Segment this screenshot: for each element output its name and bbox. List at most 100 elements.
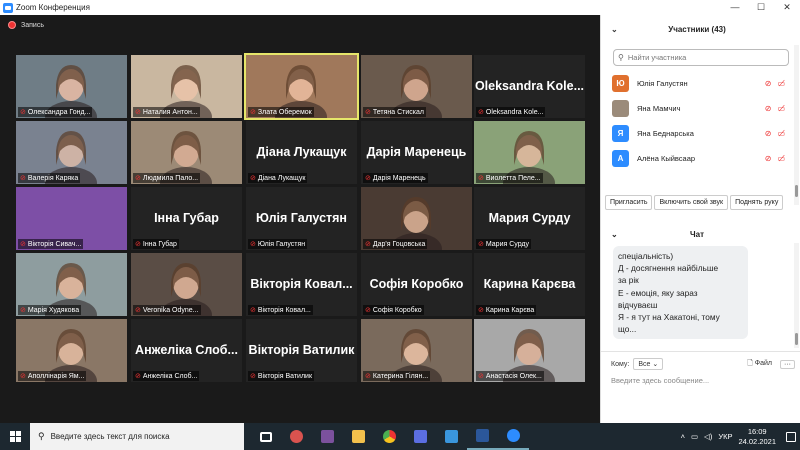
participant-tile[interactable]: Вікторія Ковал... ⊘ Вікторія Ковал... xyxy=(246,253,357,316)
system-tray: ˄ ▭ ◁) УКР 16:09 24.02.2021 xyxy=(681,427,800,447)
chevron-down-icon[interactable]: ⌄ xyxy=(611,25,618,34)
invite-button[interactable]: Пригласить xyxy=(605,195,653,210)
language-indicator[interactable]: УКР xyxy=(718,432,732,441)
taskbar-search[interactable]: ⚲ Введите здесь текст для поиска xyxy=(30,423,244,450)
participant-tile[interactable]: Вікторія Ватилик ⊘ Вікторія Ватилик xyxy=(246,319,357,382)
chevron-down-icon[interactable]: ⌄ xyxy=(611,230,618,239)
app-red-taskbar-button[interactable] xyxy=(281,423,312,450)
task-view-icon xyxy=(259,431,272,442)
video-off-icon[interactable]: ▭̸ xyxy=(777,79,785,88)
participant-tile[interactable]: ⊘ Олександра Гонд... xyxy=(16,55,127,118)
participant-tile[interactable]: Мария Сурду ⊘ Мария Сурду xyxy=(474,187,585,250)
participant-name: Тетяна Стискал xyxy=(372,108,424,116)
task-view-taskbar-button[interactable] xyxy=(250,423,281,450)
chat-line: за рік xyxy=(618,275,639,286)
more-options-button[interactable]: ··· xyxy=(780,359,795,369)
close-button[interactable]: ✕ xyxy=(774,2,800,13)
participants-header: ⌄ Участники (43) xyxy=(601,15,793,43)
network-icon[interactable]: ▭ xyxy=(691,432,698,441)
participant-tile[interactable]: Інна Губар ⊘ Інна Губар xyxy=(131,187,242,250)
participant-tile[interactable]: ⊘ Аполлінарія Ям... xyxy=(16,319,127,382)
participant-list-item[interactable]: Яна Мамчич ⊘ ▭̸ xyxy=(601,96,793,121)
search-icon: ⚲ xyxy=(38,431,45,441)
windows-icon xyxy=(9,431,21,442)
participant-tile[interactable]: ⊘ Тетяна Стискал xyxy=(361,55,472,118)
participant-list-item[interactable]: Я Яна Беднарська ⊘ ▭̸ xyxy=(601,121,793,146)
clock[interactable]: 16:09 24.02.2021 xyxy=(738,427,776,447)
maximize-button[interactable]: ☐ xyxy=(748,2,774,13)
participant-tile[interactable]: ⊘ Злата Оберемок xyxy=(244,53,359,120)
participant-name: Дар'я Гоцовська xyxy=(372,240,426,248)
file-button[interactable]: 🗋 Файл xyxy=(747,359,772,370)
participant-name-label: ⊘ Виолетта Пеле... xyxy=(476,173,543,183)
participant-tile[interactable]: ⊘ Наталия Антон... xyxy=(131,55,242,118)
participant-name: Карина Карєва xyxy=(485,306,535,314)
participant-tile[interactable]: ⊘ Анастасія Олек... xyxy=(474,319,585,382)
participant-name-label: ⊘ Анжеліка Слоб... xyxy=(133,371,200,381)
participant-tile[interactable]: Анжеліка Слоб... ⊘ Анжеліка Слоб... xyxy=(131,319,242,382)
participant-name: Олександра Гонд... xyxy=(27,108,91,116)
app-red-icon xyxy=(290,430,303,443)
participant-tile[interactable]: Юлія Галустян ⊘ Юлія Галустян xyxy=(246,187,357,250)
participant-tile[interactable]: ⊘ Виолетта Пеле... xyxy=(474,121,585,184)
participant-tile[interactable]: Oleksandra Kole... ⊘ Oleksandra Kole... xyxy=(474,55,585,118)
raise-hand-button[interactable]: Поднять руку xyxy=(730,195,784,210)
muted-mic-icon: ⊘ xyxy=(135,373,141,380)
participant-tile[interactable]: ⊘ Валерія Каряка xyxy=(16,121,127,184)
muted-mic-icon: ⊘ xyxy=(135,241,141,248)
participant-tile[interactable]: Карина Карєва ⊘ Карина Карєва xyxy=(474,253,585,316)
participant-name: Інна Губар xyxy=(142,240,177,248)
participant-name-label: ⊘ Мария Сурду xyxy=(476,239,532,249)
participant-tile[interactable]: ⊘ Дар'я Гоцовська xyxy=(361,187,472,250)
participant-name-label: ⊘ Вікторія Ковал... xyxy=(248,305,313,315)
participants-actions: Пригласить Включить свой звук Поднять ру… xyxy=(605,195,795,210)
muted-mic-icon[interactable]: ⊘ xyxy=(765,129,772,138)
taskbar: ⚲ Введите здесь текст для поиска ˄ ▭ ◁) … xyxy=(0,423,800,450)
participant-list-name: Юлія Галустян xyxy=(637,79,688,88)
file-explorer-taskbar-button[interactable] xyxy=(343,423,374,450)
participant-list-item[interactable]: Ю Юлія Галустян ⊘ ▭̸ xyxy=(601,71,793,96)
minimize-button[interactable]: — xyxy=(722,2,748,13)
muted-mic-icon[interactable]: ⊘ xyxy=(765,104,772,113)
muted-mic-icon: ⊘ xyxy=(135,307,141,314)
participant-name-label: ⊘ Людмила Пало... xyxy=(133,173,201,183)
video-off-icon[interactable]: ▭̸ xyxy=(777,154,785,163)
muted-mic-icon[interactable]: ⊘ xyxy=(765,154,772,163)
unmute-self-button[interactable]: Включить свой звук xyxy=(654,195,729,210)
participant-tile[interactable]: ⊘ Veronika Odyne... xyxy=(131,253,242,316)
chrome-taskbar-button[interactable] xyxy=(374,423,405,450)
photos-taskbar-button[interactable] xyxy=(436,423,467,450)
chevron-up-icon[interactable]: ˄ xyxy=(681,432,685,441)
participant-tile[interactable]: ⊘ Вікторія Сивач... xyxy=(16,187,127,250)
zoom-taskbar-button[interactable] xyxy=(498,423,529,450)
participant-tile[interactable]: Софія Коробко ⊘ Софія Коробко xyxy=(361,253,472,316)
participant-tile[interactable]: Діана Лукащук ⊘ Діана Лукащук xyxy=(246,121,357,184)
word-taskbar-button[interactable] xyxy=(467,423,498,450)
participant-name-label: ⊘ Софія Коробко xyxy=(363,305,424,315)
viber-taskbar-button[interactable] xyxy=(312,423,343,450)
participant-search-input[interactable]: ⚲ Найти участника xyxy=(613,49,789,66)
store-taskbar-button[interactable] xyxy=(405,423,436,450)
participant-display-name: Інна Губар xyxy=(154,211,219,225)
participant-tile[interactable]: Дарія Маренець ⊘ Дарія Маренець xyxy=(361,121,472,184)
avatar xyxy=(612,100,629,117)
video-off-icon[interactable]: ▭̸ xyxy=(777,104,785,113)
start-button[interactable] xyxy=(0,423,30,450)
window-title: Zoom Конференция xyxy=(16,3,90,12)
side-panel: ⌄ Участники (43) ⚲ Найти участника Ю Юлія… xyxy=(600,15,800,423)
participants-scrollbar[interactable] xyxy=(794,45,799,205)
recipient-select[interactable]: Все ⌄ xyxy=(633,358,664,370)
participant-name: Юлія Галустян xyxy=(257,240,306,248)
muted-mic-icon[interactable]: ⊘ xyxy=(765,79,772,88)
muted-mic-icon: ⊘ xyxy=(20,241,26,248)
participant-list-item[interactable]: А Алёна Кыйвсаар ⊘ ▭̸ xyxy=(601,146,793,171)
notification-icon[interactable] xyxy=(786,431,796,442)
participant-tile[interactable]: ⊘ Марія Худякова xyxy=(16,253,127,316)
file-explorer-icon xyxy=(352,430,365,443)
participant-tile[interactable]: ⊘ Людмила Пало... xyxy=(131,121,242,184)
chat-scrollbar[interactable] xyxy=(794,243,799,348)
volume-icon[interactable]: ◁) xyxy=(704,432,712,441)
participant-tile[interactable]: ⊘ Катерина Гілян... xyxy=(361,319,472,382)
video-off-icon[interactable]: ▭̸ xyxy=(777,129,785,138)
chat-input[interactable]: Введите здесь сообщение... xyxy=(611,376,709,385)
